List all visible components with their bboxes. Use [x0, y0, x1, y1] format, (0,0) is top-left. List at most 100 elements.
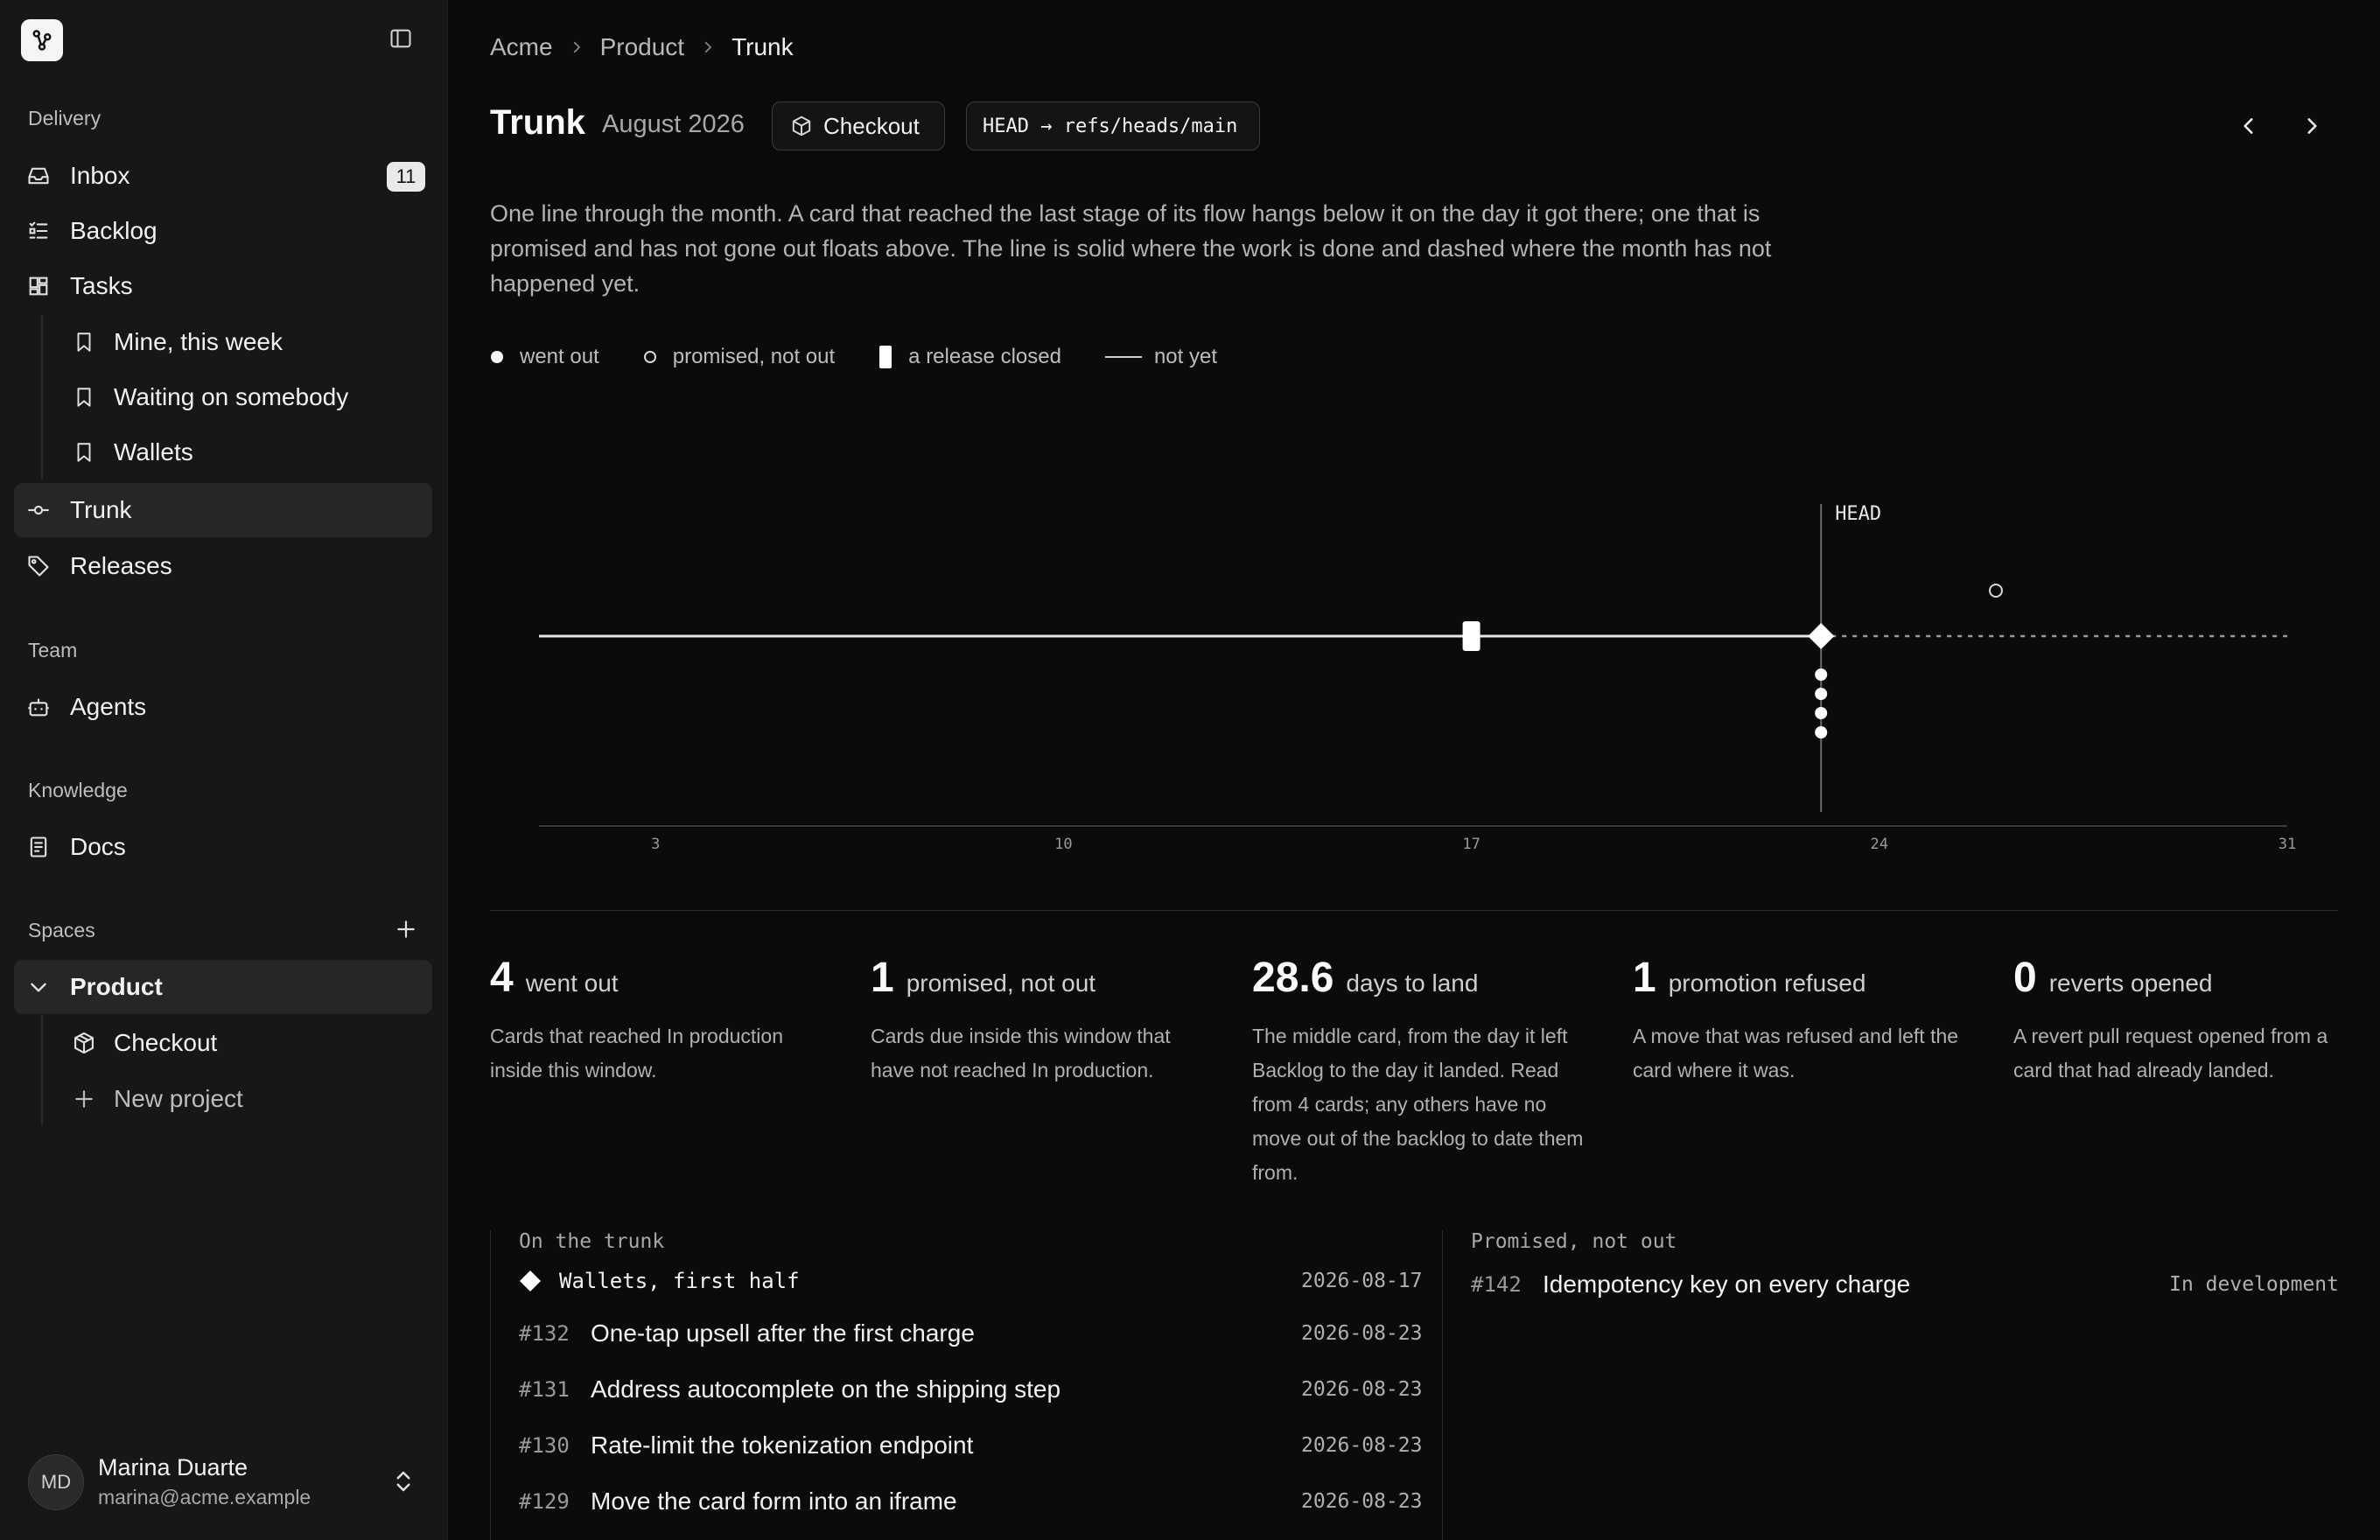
went-out-point	[1815, 688, 1828, 700]
workspace-logo[interactable]	[21, 19, 63, 61]
tag-icon	[26, 554, 51, 578]
avatar: MD	[28, 1454, 84, 1510]
on-trunk-list: On the trunk Wallets, first half 2026-08…	[490, 1230, 1442, 1540]
inbox-icon	[26, 164, 51, 188]
sidebar-item-agents[interactable]: Agents	[14, 680, 432, 734]
sidebar-item-releases[interactable]: Releases	[14, 539, 432, 593]
sidebar-item-label: Checkout	[114, 1029, 218, 1056]
legend-item-not-yet: not yet	[1104, 345, 1217, 369]
sidebar-item-inbox[interactable]: Inbox 11	[14, 149, 432, 203]
x-tick-label: 17	[1462, 836, 1480, 853]
list-item[interactable]: #129 Move the card form into an iframe 2…	[519, 1484, 1441, 1519]
card-title: Rate-limit the tokenization endpoint	[591, 1432, 974, 1459]
stats-divider	[490, 910, 2338, 911]
sidebar-item-label: Wallets	[114, 438, 193, 466]
x-tick-label: 3	[651, 836, 660, 853]
chevron-down-icon	[26, 975, 51, 999]
stat-unit: reverts opened	[2048, 970, 2213, 997]
stat-unit: promised, not out	[906, 970, 1096, 997]
stat-unit: days to land	[1346, 970, 1479, 997]
sidebar-item-label: Waiting on somebody	[114, 383, 349, 410]
bookmark-icon	[72, 330, 96, 354]
x-tick-label: 31	[2278, 836, 2296, 853]
stat-reverts-opened: 0 reverts opened A revert pull request op…	[2013, 954, 2346, 1088]
chart-description: One line through the month. A card that …	[490, 200, 1772, 297]
legend-item-release-closed: a release closed	[878, 345, 1061, 369]
sidebar-item-trunk[interactable]: Trunk	[14, 483, 432, 537]
previous-month-button[interactable]	[2231, 108, 2266, 144]
tasks-board-icon	[26, 274, 51, 298]
release-diamond-icon	[520, 1270, 541, 1292]
hollow-dot-icon	[643, 351, 656, 363]
promised-list: Promised, not out #142 Idempotency key o…	[1442, 1230, 2339, 1540]
sidebar-view-mine-this-week[interactable]: Mine, this week	[14, 315, 432, 369]
sidebar-item-docs[interactable]: Docs	[14, 820, 432, 874]
user-menu[interactable]: MD Marina Duarte marina@acme.example	[14, 1446, 432, 1519]
breadcrumb-acme[interactable]: Acme	[490, 33, 553, 61]
went-out-point	[1815, 668, 1828, 681]
release-closed-mark	[1462, 621, 1480, 651]
box-icon	[792, 116, 811, 136]
chevron-right-icon	[705, 41, 712, 53]
list-item[interactable]: #142 Idempotency key on every charge In …	[1471, 1267, 2339, 1302]
head-diamond-mark	[1808, 623, 1835, 649]
list-item[interactable]: #132 One-tap upsell after the first char…	[519, 1316, 1441, 1351]
sidebar-item-label: Tasks	[70, 272, 133, 299]
next-month-button[interactable]	[2294, 108, 2329, 144]
stat-value: 0	[2013, 955, 2037, 1001]
list-heading: Promised, not out	[1471, 1230, 1677, 1253]
release-date: 2026-08-17	[1301, 1270, 1423, 1292]
card-status: In development	[2169, 1273, 2339, 1296]
legend-label: promised, not out	[672, 345, 836, 368]
project-filter-pill[interactable]: Checkout	[772, 102, 945, 150]
stat-value: 4	[490, 955, 514, 1001]
sidebar-item-label: Mine, this week	[114, 328, 283, 355]
list-heading: On the trunk	[519, 1230, 665, 1253]
stat-description: A move that was refused and left the car…	[1633, 1025, 1959, 1082]
sidebar-view-waiting-on-somebody[interactable]: Waiting on somebody	[14, 370, 432, 424]
add-space-button[interactable]	[392, 915, 420, 943]
collapse-sidebar-button[interactable]	[385, 23, 416, 54]
stat-value: 28.6	[1252, 955, 1334, 1001]
stat-description: The middle card, from the day it left Ba…	[1252, 1025, 1584, 1184]
bot-icon	[26, 695, 51, 719]
legend-label: a release closed	[908, 345, 1061, 368]
sidebar-item-label: Trunk	[70, 496, 132, 523]
stat-description: Cards due inside this window that have n…	[871, 1025, 1171, 1082]
bookmark-icon	[72, 440, 96, 465]
list-item[interactable]: #130 Rate-limit the tokenization endpoin…	[519, 1428, 1441, 1463]
legend-label: went out	[520, 345, 599, 368]
document-icon	[26, 835, 51, 859]
sidebar-project-checkout[interactable]: Checkout	[14, 1016, 432, 1070]
sidebar-item-tasks[interactable]: Tasks	[14, 259, 432, 313]
section-label-knowledge: Knowledge	[28, 779, 128, 802]
user-name: Marina Duarte	[98, 1454, 248, 1480]
new-project-button[interactable]: New project	[14, 1072, 432, 1126]
chart-legend: went out promised, not out a release clo…	[490, 345, 1261, 369]
breadcrumb: Acme Product Trunk	[490, 33, 794, 61]
project-filter-label: Checkout	[823, 112, 920, 139]
release-bar-icon	[879, 346, 892, 368]
sidebar-item-label: Backlog	[70, 217, 158, 244]
sidebar-item-label: Product	[70, 973, 163, 1000]
sidebar-item-label: Agents	[70, 693, 147, 720]
breadcrumb-product[interactable]: Product	[600, 33, 685, 61]
sidebar-space-product[interactable]: Product	[14, 960, 432, 1014]
stat-unit: went out	[525, 970, 619, 997]
chevron-left-icon	[2244, 118, 2253, 134]
section-label-spaces: Spaces	[28, 919, 95, 942]
stat-promised: 1 promised, not out Cards due inside this…	[871, 954, 1203, 1088]
legend-item-promised: promised, not out	[643, 345, 835, 369]
x-tick-label: 24	[1871, 836, 1888, 853]
stat-went-out: 4 went out Cards that reached In producti…	[490, 954, 822, 1088]
line-sample-icon	[1104, 356, 1142, 358]
list-item[interactable]: #131 Address autocomplete on the shippin…	[519, 1372, 1441, 1407]
release-row[interactable]: Wallets, first half 2026-08-17	[519, 1264, 1441, 1298]
sidebar-item-backlog[interactable]: Backlog	[14, 204, 432, 258]
ref-pill[interactable]: HEAD → refs/heads/main	[966, 102, 1260, 150]
user-email: marina@acme.example	[98, 1486, 312, 1508]
section-label-delivery: Delivery	[28, 107, 102, 130]
sidebar-view-wallets[interactable]: Wallets	[14, 425, 432, 480]
sidebar-item-label: New project	[114, 1085, 243, 1112]
went-out-point	[1815, 707, 1828, 719]
